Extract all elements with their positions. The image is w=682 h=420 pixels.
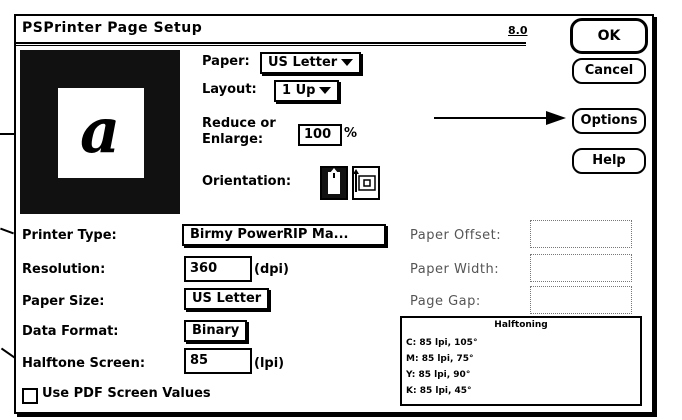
resolution-unit: (dpi): [254, 262, 289, 277]
help-button[interactable]: Help: [572, 148, 646, 174]
page-preview: a: [20, 50, 180, 214]
reduce-label-line2: Enlarge:: [202, 132, 264, 147]
halftoning-title: Halftoning: [494, 320, 548, 330]
data-format-label: Data Format:: [22, 324, 119, 339]
reduce-enlarge-field[interactable]: 100: [298, 124, 342, 146]
title-divider-thin: [16, 45, 526, 46]
page-gap-field[interactable]: [530, 286, 632, 314]
preview-glyph: a: [80, 94, 121, 167]
halftoning-line-yellow: Y: 85 lpi, 90°: [406, 370, 471, 380]
page-gap-label: Page Gap:: [410, 294, 481, 309]
page-setup-dialog: PSPrinter Page Setup 8.0 OK Cancel Optio…: [14, 14, 654, 414]
data-format-popup[interactable]: Binary: [184, 320, 248, 342]
chevron-down-icon: [341, 59, 354, 66]
resolution-label: Resolution:: [22, 262, 106, 277]
printer-type-popup[interactable]: Birmy PowerRIP Ma...: [182, 224, 386, 246]
paper-offset-field[interactable]: [530, 220, 632, 248]
reduce-unit: %: [344, 126, 358, 141]
paper-size-label: Paper Size:: [22, 294, 105, 309]
ok-button[interactable]: OK: [570, 18, 648, 54]
version-label: 8.0: [508, 24, 528, 37]
paper-popup-value: US Letter: [268, 55, 338, 70]
paper-size-popup[interactable]: US Letter: [184, 288, 270, 310]
halftoning-line-cyan: C: 85 lpi, 105°: [406, 338, 478, 348]
halftone-screen-field[interactable]: 85: [184, 348, 252, 374]
cancel-button[interactable]: Cancel: [572, 58, 646, 84]
paper-label: Paper:: [202, 54, 250, 69]
use-pdf-label: Use PDF Screen Values: [42, 386, 211, 401]
callout-line-printer-type: [0, 227, 14, 235]
resolution-field[interactable]: 360: [184, 256, 252, 282]
halftone-screen-label: Halftone Screen:: [22, 356, 146, 371]
callout-line-halftone: [0, 347, 16, 359]
halftoning-line-magenta: M: 85 lpi, 75°: [406, 354, 474, 364]
use-pdf-checkbox[interactable]: [22, 388, 38, 404]
title-divider: [16, 42, 526, 44]
halftone-screen-unit: (lpi): [254, 356, 285, 371]
portrait-orientation-icon[interactable]: [320, 166, 348, 200]
paper-width-field[interactable]: [530, 254, 632, 282]
layout-label: Layout:: [202, 82, 257, 97]
layout-popup[interactable]: 1 Up: [274, 80, 340, 102]
halftoning-line-black: K: 85 lpi, 45°: [406, 386, 472, 396]
chevron-down-icon: [319, 87, 332, 94]
orientation-label: Orientation:: [202, 174, 292, 189]
landscape-orientation-icon[interactable]: [352, 166, 380, 200]
layout-popup-value: 1 Up: [282, 83, 316, 98]
paper-offset-label: Paper Offset:: [410, 228, 502, 243]
dialog-title: PSPrinter Page Setup: [22, 20, 203, 36]
options-callout-arrow: [434, 110, 566, 126]
reduce-label: Reduce or Enlarge:: [202, 116, 276, 148]
options-button[interactable]: Options: [572, 108, 646, 134]
halftoning-box: Halftoning C: 85 lpi, 105° M: 85 lpi, 75…: [400, 316, 642, 406]
paper-width-label: Paper Width:: [410, 262, 500, 277]
reduce-label-line1: Reduce or: [202, 116, 276, 131]
paper-popup[interactable]: US Letter: [260, 52, 362, 74]
printer-type-label: Printer Type:: [22, 228, 117, 243]
